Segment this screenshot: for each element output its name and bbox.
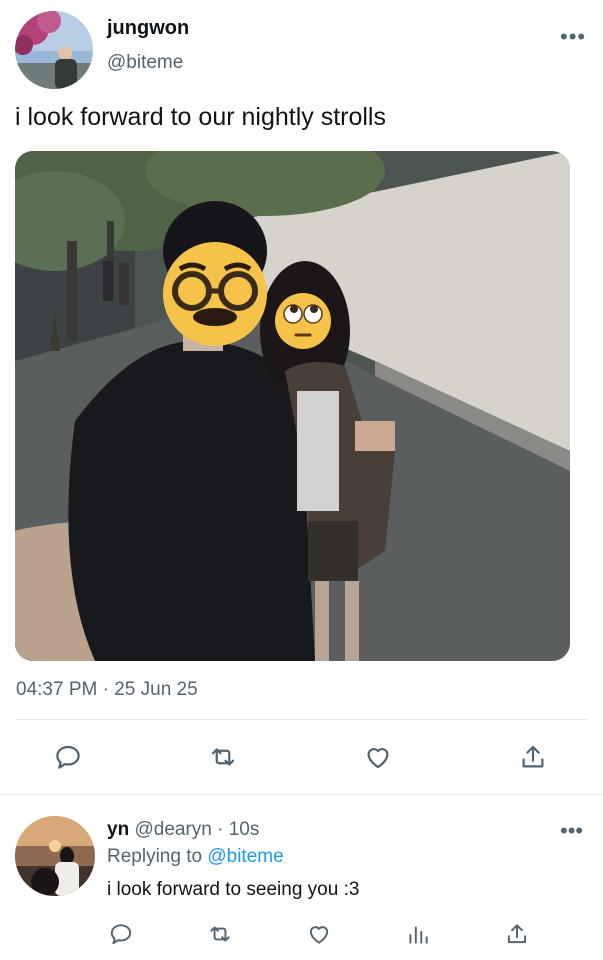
- tweet-text: i look forward to our nightly strolls: [15, 103, 386, 131]
- avatar-image: [15, 11, 93, 89]
- like-icon: [367, 748, 389, 769]
- share-icon: [522, 745, 544, 768]
- photo-image: [15, 151, 570, 661]
- share-icon: [507, 924, 527, 944]
- reply-reply-button[interactable]: [99, 912, 143, 956]
- reply-share-button[interactable]: [495, 912, 539, 956]
- reply-display-name[interactable]: yn: [107, 819, 129, 840]
- reply-icon: [56, 745, 80, 769]
- eye-roll-emoji: [275, 293, 331, 349]
- analytics-icon: [409, 926, 428, 944]
- display-name[interactable]: jungwon: [107, 17, 189, 40]
- more-options-icon[interactable]: •••: [560, 24, 586, 50]
- like-button[interactable]: [356, 735, 400, 779]
- handle[interactable]: @biteme: [107, 52, 183, 74]
- replying-to-label: Replying to: [107, 846, 208, 867]
- tweet-photo[interactable]: [15, 151, 570, 661]
- timestamp[interactable]: 04:37 PM · 25 Jun 25: [16, 679, 198, 701]
- replying-to: Replying to @biteme: [107, 846, 284, 868]
- reply-handle-time[interactable]: @dearyn · 10s: [134, 819, 259, 840]
- reply-retweet-button[interactable]: [198, 912, 242, 956]
- more-options-icon[interactable]: •••: [560, 818, 583, 844]
- reply-icon: [110, 924, 132, 945]
- avatar-image: [15, 816, 95, 896]
- avatar[interactable]: [15, 11, 93, 89]
- retweet-icon: [211, 748, 235, 766]
- divider: [0, 794, 603, 795]
- like-icon: [309, 926, 329, 944]
- reply-header: yn @dearyn · 10s: [107, 819, 259, 841]
- divider: [16, 719, 588, 720]
- reply-like-button[interactable]: [297, 912, 341, 956]
- retweet-icon: [210, 926, 230, 942]
- avatar[interactable]: [15, 816, 95, 896]
- reply-button[interactable]: [46, 735, 90, 779]
- retweet-button[interactable]: [201, 735, 245, 779]
- share-button[interactable]: [511, 735, 555, 779]
- reply-analytics-button[interactable]: [396, 912, 440, 956]
- replying-to-handle[interactable]: @biteme: [207, 846, 283, 867]
- disguise-emoji: [163, 242, 267, 346]
- reply-text: i look forward to seeing you :3: [107, 879, 360, 900]
